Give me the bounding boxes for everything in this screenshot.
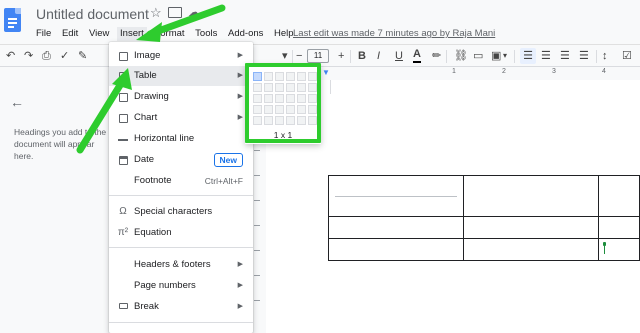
annotation-highlight-box (245, 63, 321, 143)
font-size-input[interactable]: 11 (307, 49, 329, 63)
submenu-arrow-icon: ▶ (237, 114, 243, 121)
insert-menu: Image ▶ Table ▶ Drawing ▶ Chart ▶ Horizo… (109, 42, 253, 333)
align-left-icon[interactable]: ☰ (520, 48, 536, 64)
menu-insert[interactable]: Insert (117, 27, 147, 41)
document-title[interactable]: Untitled document (36, 6, 149, 22)
move-to-folder-icon[interactable] (168, 7, 182, 18)
back-arrow-icon[interactable]: ← (10, 94, 24, 110)
menu-item-equation[interactable]: π² Equation (109, 223, 253, 243)
bold-button[interactable]: B (358, 48, 366, 64)
star-icon[interactable]: ☆ (150, 6, 162, 20)
ruler-mark: 4 (602, 68, 606, 75)
submenu-arrow-icon: ▶ (237, 93, 243, 100)
image-dropdown-icon[interactable]: ▾ (503, 48, 507, 64)
menu-item-special-characters[interactable]: Ω Special characters (109, 202, 253, 222)
menu-item-drawing[interactable]: Drawing ▶ (109, 87, 253, 107)
table-cell[interactable] (463, 238, 599, 261)
text-color-button[interactable]: A (413, 48, 421, 63)
line-spacing-icon[interactable]: ↕ (602, 48, 608, 64)
docs-logo-icon[interactable] (4, 8, 21, 32)
new-badge: New (213, 153, 243, 167)
menu-help[interactable]: Help (274, 27, 294, 41)
menu-item-date[interactable]: Date New (109, 150, 253, 170)
menu-format[interactable]: Format (154, 27, 184, 41)
table-cell[interactable] (463, 175, 599, 217)
drawing-icon (117, 87, 129, 110)
menu-item-page-numbers[interactable]: Page numbers ▶ (109, 276, 253, 296)
submenu-arrow-icon: ▶ (237, 72, 243, 79)
checklist-icon[interactable]: ☑ (622, 48, 632, 64)
add-comment-icon[interactable]: ▭ (473, 48, 483, 64)
table-cell[interactable] (463, 216, 599, 239)
menu-item-image[interactable]: Image ▶ (109, 46, 253, 66)
decrease-font-button[interactable]: − (296, 48, 302, 64)
menu-file[interactable]: File (36, 27, 51, 41)
menu-tools[interactable]: Tools (195, 27, 217, 41)
italic-button[interactable]: I (377, 48, 380, 64)
font-dropdown-icon[interactable]: ▾ (282, 48, 288, 64)
menu-item-break[interactable]: Break ▶ (109, 297, 253, 317)
paint-format-icon[interactable]: ✎ (78, 48, 87, 64)
menubar: File Edit View Insert Format Tools Add-o… (36, 27, 302, 41)
date-icon (117, 150, 129, 173)
pi-icon: π² (117, 227, 129, 238)
redo-icon[interactable]: ↷ (24, 48, 33, 64)
table-cell[interactable] (328, 175, 464, 217)
document-table[interactable] (328, 175, 640, 261)
align-center-icon[interactable]: ☰ (541, 48, 551, 64)
menu-view[interactable]: View (89, 27, 109, 41)
last-edit-link[interactable]: Last edit was made 7 minutes ago by Raja… (293, 27, 495, 41)
page-margin-line (330, 80, 331, 94)
chart-icon (117, 108, 129, 131)
table-cell[interactable] (328, 238, 464, 261)
outline-hint-text: Headings you add to the document will ap… (14, 127, 107, 161)
insert-image-icon[interactable]: ▣ (491, 48, 501, 64)
submenu-arrow-icon: ▶ (237, 282, 243, 289)
undo-icon[interactable]: ↶ (6, 48, 15, 64)
omega-icon: Ω (119, 206, 127, 217)
submenu-arrow-icon: ▶ (237, 303, 243, 310)
footnote-shortcut: Ctrl+Alt+F (204, 176, 243, 186)
horizontal-line-icon (117, 129, 129, 149)
align-right-icon[interactable]: ☰ (560, 48, 570, 64)
table-icon (117, 66, 129, 89)
underline-button[interactable]: U (395, 48, 403, 64)
collaborator-cursor (603, 242, 606, 254)
menu-item-table[interactable]: Table ▶ (109, 66, 253, 86)
justify-icon[interactable]: ☰ (579, 48, 589, 64)
ruler-mark: 1 (452, 68, 456, 75)
table-cell[interactable] (328, 216, 464, 239)
highlight-color-icon[interactable]: ✏ (432, 48, 441, 64)
cell-content-line (335, 195, 457, 197)
print-icon[interactable]: ⎙ (42, 48, 51, 64)
insert-link-icon[interactable]: ⛓ (454, 48, 468, 64)
cloud-status-icon[interactable]: ☁ (188, 5, 200, 19)
menu-item-horizontal-line[interactable]: Horizontal line (109, 129, 253, 149)
increase-font-button[interactable]: + (338, 48, 344, 64)
menu-item-footnote[interactable]: Footnote Ctrl+Alt+F (109, 171, 253, 191)
break-icon (117, 297, 129, 317)
submenu-arrow-icon: ▶ (237, 52, 243, 59)
menu-edit[interactable]: Edit (62, 27, 78, 41)
menu-item-headers-footers[interactable]: Headers & footers ▶ (109, 255, 253, 275)
table-cell[interactable] (598, 175, 640, 217)
table-cell[interactable] (598, 216, 640, 239)
submenu-arrow-icon: ▶ (237, 261, 243, 268)
spellcheck-icon[interactable]: ✓ (60, 48, 69, 64)
menu-addons[interactable]: Add-ons (228, 27, 263, 41)
ruler-mark: 2 (502, 68, 506, 75)
indent-marker-icon[interactable]: ▼ (322, 68, 330, 77)
ruler-mark: 3 (552, 68, 556, 75)
menu-item-chart[interactable]: Chart ▶ (109, 108, 253, 128)
